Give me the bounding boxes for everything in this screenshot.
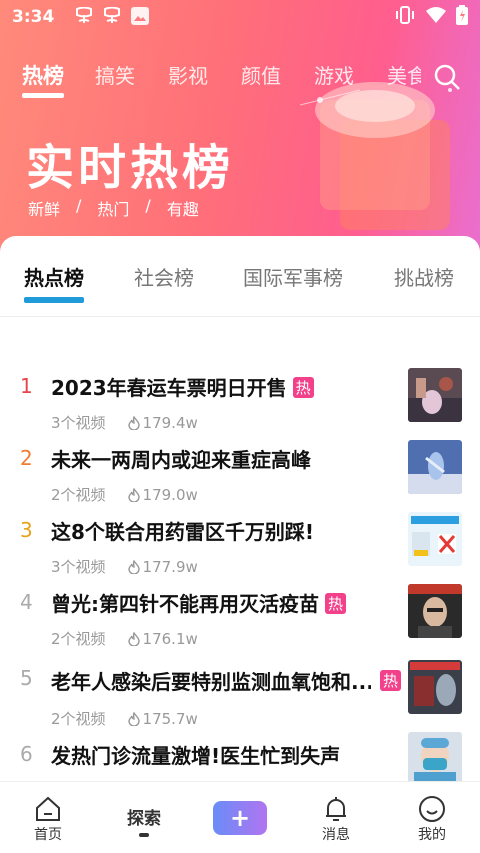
tab-food[interactable]: 美食 — [387, 60, 421, 89]
hero-subtitle: 新鲜 / 热门 / 有趣 — [28, 196, 199, 220]
home-icon — [36, 796, 60, 821]
divider — [0, 316, 480, 317]
nav-home-label: 首页 — [34, 827, 62, 843]
plus-icon: + — [229, 804, 251, 832]
search-icon — [434, 64, 460, 90]
tab-hotspot-ranking[interactable]: 热点榜 — [24, 262, 84, 303]
hero-title: 实时热榜 — [26, 140, 235, 196]
hero-subtitle-fun: 有趣 — [166, 200, 199, 219]
nav-messages[interactable]: 消息 — [306, 794, 366, 844]
rank-number: 6 — [20, 742, 33, 766]
rank-number: 2 — [20, 446, 33, 470]
thumbnail-image — [408, 368, 462, 422]
nav-home[interactable]: 首页 — [18, 794, 78, 844]
hero-banner: 3:34 热榜 搞笑 影视 颜值 游戏 美食 实时热榜 新鲜 / 热门 / 有趣 — [0, 0, 480, 262]
list-item[interactable]: 5 老年人感染后要特别监测血氧饱和... 热 2个视频 175.7w — [0, 660, 480, 734]
heat-value: 176.1w — [142, 629, 198, 648]
hot-badge: 热 — [325, 593, 347, 614]
list-item[interactable]: 3 这8个联合用药雷区千万别踩! 3个视频 177.9w — [0, 512, 480, 590]
item-meta: 3个视频 179.4w — [51, 412, 198, 433]
nav-explore[interactable]: 探索 — [114, 804, 174, 837]
ranking-subtabs: 热点榜 社会榜 国际军事榜 挑战榜 — [0, 256, 480, 303]
rank-number: 3 — [20, 518, 33, 542]
hero-subtitle-separator: / — [76, 196, 82, 215]
heat-value: 179.4w — [142, 413, 198, 432]
thumbnail-image — [408, 660, 462, 714]
wifi-icon — [426, 6, 446, 29]
nav-me-label: 我的 — [418, 827, 446, 843]
hero-subtitle-fresh: 新鲜 — [28, 200, 61, 219]
hot-badge: 热 — [380, 670, 402, 691]
tab-games[interactable]: 游戏 — [314, 60, 354, 89]
list-item[interactable]: 1 2023年春运车票明日开售热 3个视频 179.4w — [0, 368, 480, 446]
tab-hot-list[interactable]: 热榜 — [22, 60, 64, 98]
list-item[interactable]: 4 曾光:第四针不能再用灭活疫苗热 2个视频 176.1w — [0, 584, 480, 662]
fire-icon — [127, 631, 140, 646]
app-notification-icon — [102, 6, 122, 28]
item-meta: 2个视频 175.7w — [51, 708, 198, 729]
fire-icon — [127, 559, 140, 574]
hero-subtitle-popular: 热门 — [97, 200, 130, 219]
smiley-icon — [419, 796, 445, 822]
tab-military-ranking[interactable]: 国际军事榜 — [243, 262, 343, 291]
tab-funny[interactable]: 搞笑 — [95, 60, 135, 89]
battery-icon — [456, 4, 468, 30]
ranking-panel: 热点榜 社会榜 国际军事榜 挑战榜 1 2023年春运车票明日开售热 3个视频 … — [0, 236, 480, 796]
nav-me[interactable]: 我的 — [402, 794, 462, 844]
thumbnail-image — [408, 584, 462, 638]
video-count: 2个视频 — [51, 710, 106, 728]
video-count: 2个视频 — [51, 630, 106, 648]
photo-icon — [130, 6, 150, 29]
status-time: 3:34 — [12, 7, 55, 27]
create-button[interactable]: + — [213, 801, 267, 835]
fire-icon — [127, 415, 140, 430]
tab-looks[interactable]: 颜值 — [241, 60, 281, 89]
list-item[interactable]: 2 未来一两周内或迎来重症高峰 2个视频 179.0w — [0, 440, 480, 518]
vibrate-icon — [394, 5, 416, 29]
thumbnail-image — [408, 512, 462, 566]
video-count: 3个视频 — [51, 558, 106, 576]
nav-messages-label: 消息 — [322, 827, 350, 843]
thumbnail-image — [408, 732, 462, 786]
item-title: 发热门诊流量激增!医生忙到失声 — [51, 744, 341, 768]
rank-number: 4 — [20, 590, 33, 614]
hero-subtitle-separator: / — [145, 196, 151, 215]
video-count: 3个视频 — [51, 414, 106, 432]
thumbnail-image — [408, 440, 462, 494]
item-title: 未来一两周内或迎来重症高峰 — [51, 448, 311, 472]
item-meta: 2个视频 179.0w — [51, 484, 198, 505]
search-button[interactable] — [432, 62, 462, 92]
rank-number: 1 — [20, 374, 33, 398]
status-bar: 3:34 — [0, 0, 480, 34]
bottom-nav: 首页 探索 + 消息 我的 — [0, 781, 480, 853]
active-indicator — [139, 833, 149, 837]
category-tabs: 热榜 搞笑 影视 颜值 游戏 美食 — [0, 52, 480, 98]
heat-value: 179.0w — [142, 485, 198, 504]
item-title: 这8个联合用药雷区千万别踩! — [51, 520, 315, 544]
heat-value: 177.9w — [142, 557, 198, 576]
item-meta: 2个视频 176.1w — [51, 628, 198, 649]
video-count: 2个视频 — [51, 486, 106, 504]
bell-icon — [326, 797, 346, 821]
heat-value: 175.7w — [142, 709, 198, 728]
item-meta: 3个视频 177.9w — [51, 556, 198, 577]
item-title: 曾光:第四针不能再用灭活疫苗热 — [51, 588, 347, 617]
tab-film[interactable]: 影视 — [168, 60, 208, 89]
tab-challenge-ranking[interactable]: 挑战榜 — [394, 262, 454, 291]
nav-explore-label: 探索 — [127, 809, 161, 829]
tab-society-ranking[interactable]: 社会榜 — [134, 262, 194, 291]
item-title: 老年人感染后要特别监测血氧饱和... — [51, 670, 371, 694]
hot-badge: 热 — [292, 377, 314, 398]
app-notification-icon — [74, 6, 94, 28]
fire-icon — [127, 487, 140, 502]
fire-icon — [127, 711, 140, 726]
rank-number: 5 — [20, 666, 33, 690]
item-title: 2023年春运车票明日开售热 — [51, 372, 314, 401]
